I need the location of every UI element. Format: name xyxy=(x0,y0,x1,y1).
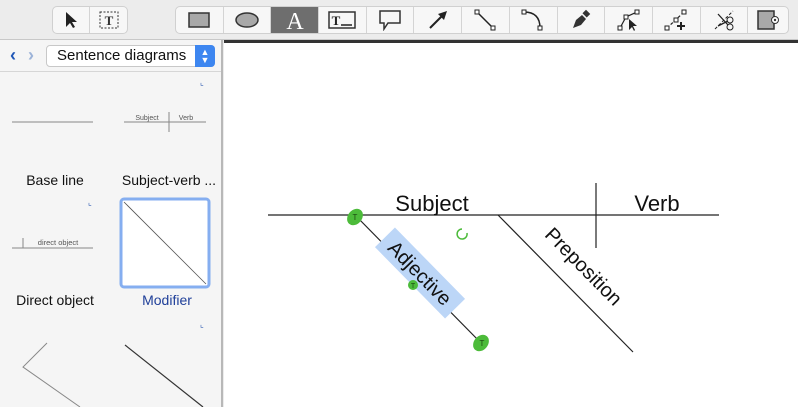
svg-text:T: T xyxy=(332,13,341,28)
text-field-icon: T xyxy=(328,11,357,29)
line-icon xyxy=(474,9,496,31)
expand-corner-icon: ⌞ xyxy=(88,198,92,207)
expand-corner-icon: ⌞ xyxy=(200,78,204,87)
select-point-tool-button[interactable] xyxy=(605,7,653,33)
shape-label-modifier[interactable]: Modifier xyxy=(117,292,217,308)
text-field-tool-button[interactable]: T xyxy=(319,7,367,33)
shape-preview-modifier[interactable] xyxy=(119,197,211,289)
shape-preview-base-line[interactable]: Subject Verb xyxy=(0,100,222,140)
svg-text:T: T xyxy=(411,283,416,290)
subject-label[interactable]: Subject xyxy=(395,191,468,216)
add-point-icon xyxy=(664,9,687,31)
arc-tool-button[interactable] xyxy=(510,7,558,33)
library-select[interactable]: Sentence diagrams ▲ ▼ xyxy=(46,44,215,67)
svg-text:T: T xyxy=(480,339,485,348)
container-tool-button[interactable] xyxy=(748,7,788,33)
select-point-icon xyxy=(617,9,640,31)
expand-corner-icon: ⌞ xyxy=(200,320,204,329)
preview-subject: Subject xyxy=(135,115,158,122)
back-chevron-icon[interactable]: ‹ xyxy=(4,45,22,66)
arc-icon xyxy=(521,9,543,31)
toolbar: T A T xyxy=(0,0,798,40)
adjective-label[interactable]: Adjective xyxy=(383,237,456,310)
shape-preview-row3[interactable] xyxy=(0,330,222,407)
text-box-tool-button[interactable]: T xyxy=(90,7,127,33)
svg-text:T: T xyxy=(353,213,358,222)
scissors-icon xyxy=(714,10,734,31)
preview-direct-object: direct object xyxy=(38,238,79,247)
sentence-diagram: Subject Verb Adjective Preposition T T T xyxy=(268,183,719,353)
arrow-icon xyxy=(429,11,447,29)
ellipse-icon xyxy=(235,12,259,28)
arrow-tool-button[interactable] xyxy=(414,7,463,33)
library-sidebar: ‹ › Sentence diagrams ▲ ▼ ⌞ Subject Verb … xyxy=(0,40,223,407)
rotate-handle-icon[interactable] xyxy=(456,228,468,240)
rectangle-tool-button[interactable] xyxy=(176,7,224,33)
verb-label[interactable]: Verb xyxy=(634,191,679,216)
line-tool-button[interactable] xyxy=(462,7,510,33)
pen-tool-button[interactable] xyxy=(558,7,606,33)
tool-group-draw: A T xyxy=(175,6,789,34)
shape-label-direct-object[interactable]: Direct object xyxy=(5,292,105,308)
preposition-label[interactable]: Preposition xyxy=(540,224,626,311)
pen-icon xyxy=(572,9,591,28)
text-tool-button[interactable]: A xyxy=(271,7,320,33)
scissors-tool-button[interactable] xyxy=(701,7,749,33)
forward-chevron-icon[interactable]: › xyxy=(22,45,40,66)
container-icon xyxy=(757,10,780,30)
callout-tool-button[interactable] xyxy=(367,7,415,33)
add-point-tool-button[interactable] xyxy=(653,7,701,33)
library-nav: ‹ › Sentence diagrams ▲ ▼ xyxy=(0,40,221,72)
svg-text:T: T xyxy=(104,13,113,28)
rectangle-icon xyxy=(188,12,211,28)
callout-icon xyxy=(379,10,401,31)
shape-preview-direct-object[interactable]: direct object xyxy=(0,230,110,260)
tool-group-select: T xyxy=(52,6,128,34)
library-select-value: Sentence diagrams xyxy=(57,47,187,64)
text-icon: A xyxy=(286,9,304,32)
pointer-icon xyxy=(66,12,77,28)
svg-text:A: A xyxy=(286,9,304,32)
shape-label-subject-verb[interactable]: Subject-verb ... xyxy=(117,172,221,188)
shape-label-base-line[interactable]: Base line xyxy=(5,172,105,188)
text-box-icon: T xyxy=(99,11,118,29)
updown-chevron-icon: ▲ ▼ xyxy=(195,44,215,67)
preview-verb: Verb xyxy=(179,115,194,122)
ellipse-tool-button[interactable] xyxy=(224,7,272,33)
drawing-canvas[interactable]: Subject Verb Adjective Preposition T T T xyxy=(224,40,798,407)
pointer-tool-button[interactable] xyxy=(53,7,91,33)
